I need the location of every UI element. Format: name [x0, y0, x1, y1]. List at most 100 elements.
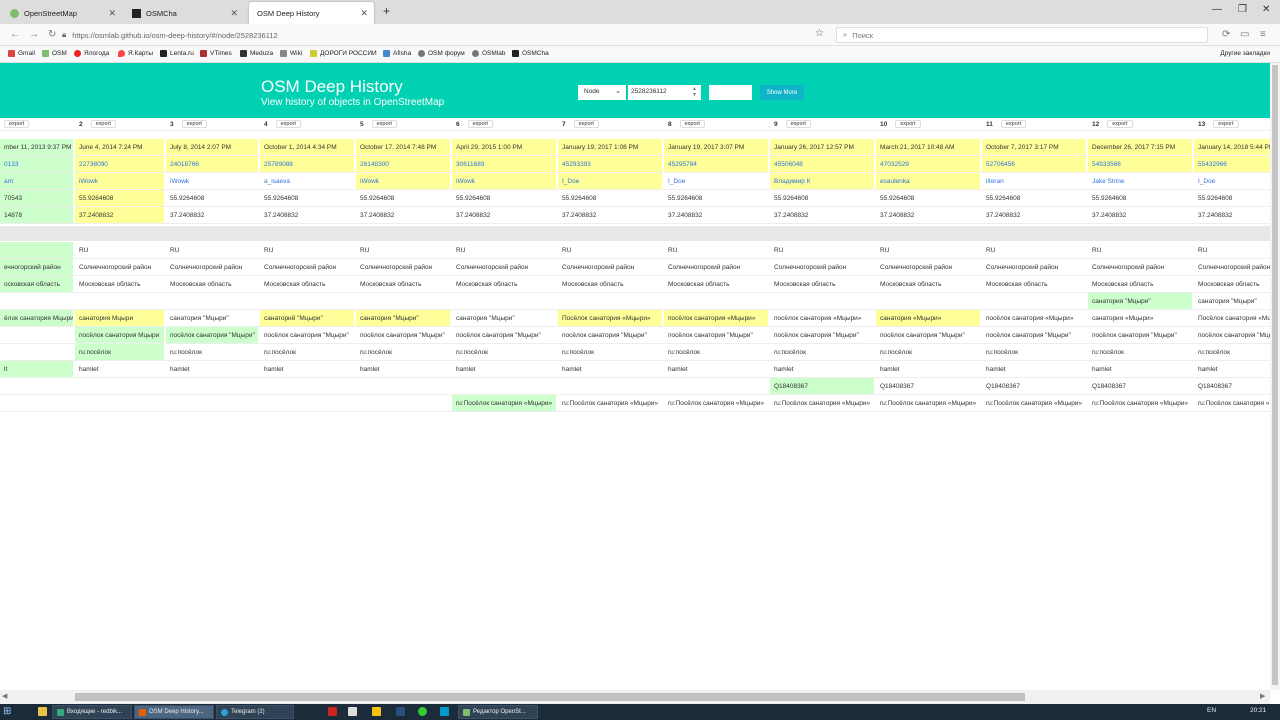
- changeset-cell[interactable]: 52706456: [982, 156, 1086, 172]
- changeset-cell[interactable]: 45506048: [770, 156, 874, 172]
- changeset-cell[interactable]: 26148300: [356, 156, 450, 172]
- bookmark-vtimes[interactable]: VTimes: [200, 50, 232, 57]
- bookmark-star-icon[interactable]: ☆: [815, 28, 824, 39]
- bookmark-dorogi[interactable]: ДОРОГИ РОССИИ: [310, 50, 377, 57]
- name-full-cell: посёлок санатория "Мцыри": [1092, 331, 1177, 339]
- scroll-right-icon[interactable]: ▶: [1260, 692, 1265, 700]
- changeset-cell[interactable]: 30611689: [452, 156, 556, 172]
- name-full-cell: посёлок санатория Мцыри: [75, 327, 164, 343]
- taskbar-item-browser[interactable]: OSM Deep History...: [134, 705, 214, 719]
- changeset-cell[interactable]: 45295784: [664, 156, 768, 172]
- horizontal-scrollbar[interactable]: ◀ ▶: [0, 690, 1270, 704]
- bookmark-yapogoda[interactable]: Ялогода: [74, 50, 109, 57]
- user-cell[interactable]: iWowk: [75, 173, 164, 189]
- export-button[interactable]: export: [4, 120, 30, 128]
- forward-icon[interactable]: →: [29, 29, 39, 40]
- app-icon[interactable]: [418, 707, 427, 716]
- export-button[interactable]: export: [1107, 120, 1133, 128]
- show-more-button[interactable]: Show More: [760, 85, 804, 100]
- minimize-icon[interactable]: —: [1212, 4, 1222, 15]
- export-button[interactable]: export: [895, 120, 921, 128]
- export-button[interactable]: export: [1213, 120, 1239, 128]
- export-button[interactable]: export: [573, 120, 599, 128]
- reload-icon[interactable]: ↻: [48, 29, 56, 40]
- user-cell[interactable]: I_Doe: [558, 173, 662, 189]
- new-tab-button[interactable]: +: [383, 4, 390, 18]
- bookmark-gmail[interactable]: Gmail: [8, 50, 35, 57]
- user-cell[interactable]: I_Doe: [664, 173, 768, 189]
- user-cell[interactable]: Jake Strine: [1088, 173, 1192, 189]
- sync-icon[interactable]: ⟳: [1222, 29, 1230, 40]
- changeset-cell[interactable]: 55432966: [1194, 156, 1270, 172]
- changeset-cell[interactable]: 25789088: [260, 156, 354, 172]
- close-window-icon[interactable]: ✕: [1262, 4, 1270, 15]
- close-tab-icon[interactable]: ✕: [108, 8, 116, 19]
- wikidata-cell: [452, 378, 556, 394]
- user-cell[interactable]: I_Doe: [1194, 173, 1270, 189]
- menu-icon[interactable]: ≡: [1260, 29, 1266, 40]
- scroll-thumb[interactable]: [75, 693, 1025, 701]
- bookmark-yakarty[interactable]: Я.Карты: [118, 50, 153, 57]
- tab-osmcha[interactable]: OSMCha ✕: [124, 2, 244, 24]
- version-number: 5: [360, 120, 364, 128]
- taskbar-item-mail[interactable]: Входящие - redbik...: [52, 705, 132, 719]
- close-tab-icon[interactable]: ✕: [230, 8, 238, 19]
- user-cell[interactable]: am: [0, 173, 73, 189]
- search-input[interactable]: ⌕ Поиск: [836, 27, 1208, 43]
- tab-openstreetmap[interactable]: OpenStreetMap ✕: [2, 2, 122, 24]
- export-button[interactable]: export: [181, 120, 207, 128]
- changeset-cell[interactable]: 24018766: [166, 156, 258, 172]
- object-id-input[interactable]: 2528236112 ▲ ▼: [628, 85, 701, 100]
- windows-start-icon[interactable]: ⊞: [3, 706, 17, 718]
- changeset-cell[interactable]: 54933566: [1088, 156, 1192, 172]
- extra-input[interactable]: [709, 85, 752, 100]
- other-bookmarks[interactable]: Другие закладки: [1220, 50, 1270, 57]
- maximize-icon[interactable]: ❐: [1238, 4, 1247, 15]
- object-type-select[interactable]: Node ⌄: [578, 85, 626, 100]
- app-icon[interactable]: [396, 707, 405, 716]
- language-indicator[interactable]: EN: [1207, 707, 1216, 714]
- bookmark-afisha[interactable]: Afisha: [383, 50, 411, 57]
- folder-icon[interactable]: [38, 707, 47, 716]
- bookmark-osmlab[interactable]: OSMlab: [472, 50, 505, 57]
- app-icon[interactable]: [372, 707, 381, 716]
- user-cell[interactable]: Владимир К: [770, 173, 874, 189]
- back-icon[interactable]: ←: [10, 29, 20, 40]
- export-button[interactable]: export: [1000, 120, 1027, 128]
- scroll-thumb[interactable]: [1272, 65, 1278, 685]
- bookmark-wiki[interactable]: Wiki: [280, 50, 302, 57]
- bookmark-osm-forum[interactable]: OSM форум: [418, 50, 465, 57]
- user-cell[interactable]: iWowk: [166, 173, 258, 189]
- changeset-cell[interactable]: 45293393: [558, 156, 662, 172]
- taskbar-item-editor[interactable]: Редактор OpenSt...: [458, 705, 538, 719]
- user-cell[interactable]: esaulenka: [876, 173, 980, 189]
- bookmark-osmcha[interactable]: OSMCha: [512, 50, 549, 57]
- spinner-icon[interactable]: ▲ ▼: [692, 86, 697, 98]
- user-cell[interactable]: a_isaeva: [260, 173, 354, 189]
- user-cell[interactable]: literan: [982, 173, 1086, 189]
- tab-osm-deep-history[interactable]: OSM Deep History ✕: [249, 2, 374, 24]
- bookmark-meduza[interactable]: Meduza: [240, 50, 273, 57]
- app-icon[interactable]: [348, 707, 357, 716]
- bookmark-lenta[interactable]: Lenta.ru: [160, 50, 194, 57]
- user-cell[interactable]: iWowk: [356, 173, 450, 189]
- app-icon[interactable]: [440, 707, 449, 716]
- close-tab-icon[interactable]: ✕: [360, 8, 368, 19]
- changeset-cell[interactable]: 22738090: [75, 156, 164, 172]
- scroll-left-icon[interactable]: ◀: [2, 692, 7, 700]
- export-button[interactable]: export: [785, 120, 811, 128]
- export-button[interactable]: export: [371, 120, 397, 128]
- app-icon[interactable]: [328, 707, 337, 716]
- changeset-cell[interactable]: 47032529: [876, 156, 980, 172]
- bookmark-osm[interactable]: OSM: [42, 50, 67, 57]
- sidebar-icon[interactable]: ▭: [1240, 29, 1249, 40]
- address-bar[interactable]: 🔒︎ https://osmlab.github.io/osm-deep-his…: [62, 27, 832, 43]
- changeset-cell[interactable]: 0133: [0, 156, 73, 172]
- user-cell[interactable]: iWowk: [452, 173, 556, 189]
- export-button[interactable]: export: [90, 120, 116, 128]
- export-button[interactable]: export: [679, 120, 705, 128]
- taskbar-item-telegram[interactable]: Telegram (2): [216, 705, 294, 719]
- export-button[interactable]: export: [467, 120, 493, 128]
- vertical-scrollbar[interactable]: [1270, 63, 1280, 690]
- export-button[interactable]: export: [275, 120, 301, 128]
